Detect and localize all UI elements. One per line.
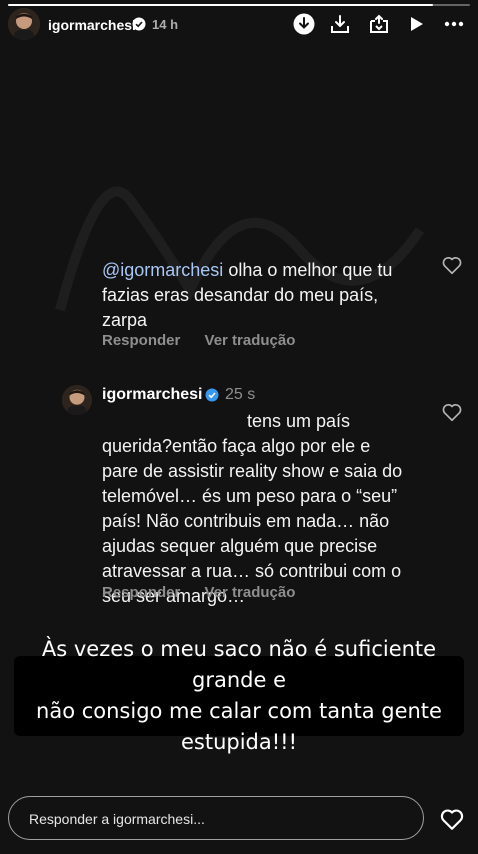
comment-line: fazias eras desandar do meu país, <box>102 285 379 305</box>
share-download-icon[interactable] <box>367 12 391 36</box>
avatar[interactable] <box>62 385 92 415</box>
comment-line: telemóvel… és um peso para o “seu” <box>102 486 398 506</box>
reply-bar[interactable] <box>8 796 424 840</box>
like-story-heart-icon[interactable] <box>439 806 465 832</box>
story-viewer: igormarchesi 14 h @igormarchesi olha o m… <box>0 0 478 854</box>
reply-input[interactable] <box>29 809 409 829</box>
username[interactable]: igormarchesi <box>48 17 136 33</box>
comment-line: tens um país <box>247 411 351 431</box>
comment-time: 25 s <box>225 386 256 403</box>
comment-actions: Responder Ver tradução <box>102 584 315 601</box>
caption-line-1: Às vezes o meu saco não é suficiente gra… <box>41 637 437 692</box>
story-header: igormarchesi 14 h <box>0 8 478 42</box>
comment-line: querida?então faça algo por ele e <box>102 436 371 456</box>
mention-link[interactable]: @igormarchesi <box>102 260 223 280</box>
story-caption: Às vezes o meu saco não é suficiente gra… <box>14 637 464 754</box>
story-progress-bar <box>8 4 470 6</box>
comment-text: tens um país querida?então faça algo por… <box>102 409 432 609</box>
comment-line: olha o melhor que tu <box>228 260 393 280</box>
post-time: 14 h <box>152 17 179 32</box>
comment-line: ajudas sequer alguém que precise <box>102 536 378 556</box>
play-icon[interactable] <box>404 12 428 36</box>
comment-username[interactable]: igormarchesi <box>102 386 202 404</box>
comment-line: país! Não contribuis em nada… não <box>102 511 390 531</box>
like-heart-icon[interactable] <box>441 401 463 423</box>
story-progress-fill <box>8 4 434 6</box>
comment-line: atravessar a rua… só contribui com o <box>102 561 402 581</box>
comment-text: @igormarchesi olha o melhor que tu fazia… <box>102 258 422 333</box>
comment-line: zarpa <box>102 310 148 330</box>
save-icon[interactable] <box>328 12 352 36</box>
caption-text: Às vezes o meu saco não é suficiente gra… <box>24 634 454 758</box>
translate-link[interactable]: Ver tradução <box>205 332 296 349</box>
verified-badge-icon <box>205 388 219 402</box>
verified-badge-icon <box>132 17 146 31</box>
caption-line-2: não consigo me calar com tanta gente est… <box>36 699 442 754</box>
reply-link[interactable]: Responder <box>102 332 180 349</box>
comment-line: pare de assistir reality show e saia do <box>102 461 403 481</box>
more-options-icon[interactable] <box>442 12 466 36</box>
like-heart-icon[interactable] <box>441 254 463 276</box>
reply-link[interactable]: Responder <box>102 584 180 601</box>
translate-link[interactable]: Ver tradução <box>205 584 296 601</box>
comment-actions: Responder Ver tradução <box>102 332 315 349</box>
avatar[interactable] <box>8 8 40 40</box>
download-circle-icon[interactable] <box>292 12 316 36</box>
